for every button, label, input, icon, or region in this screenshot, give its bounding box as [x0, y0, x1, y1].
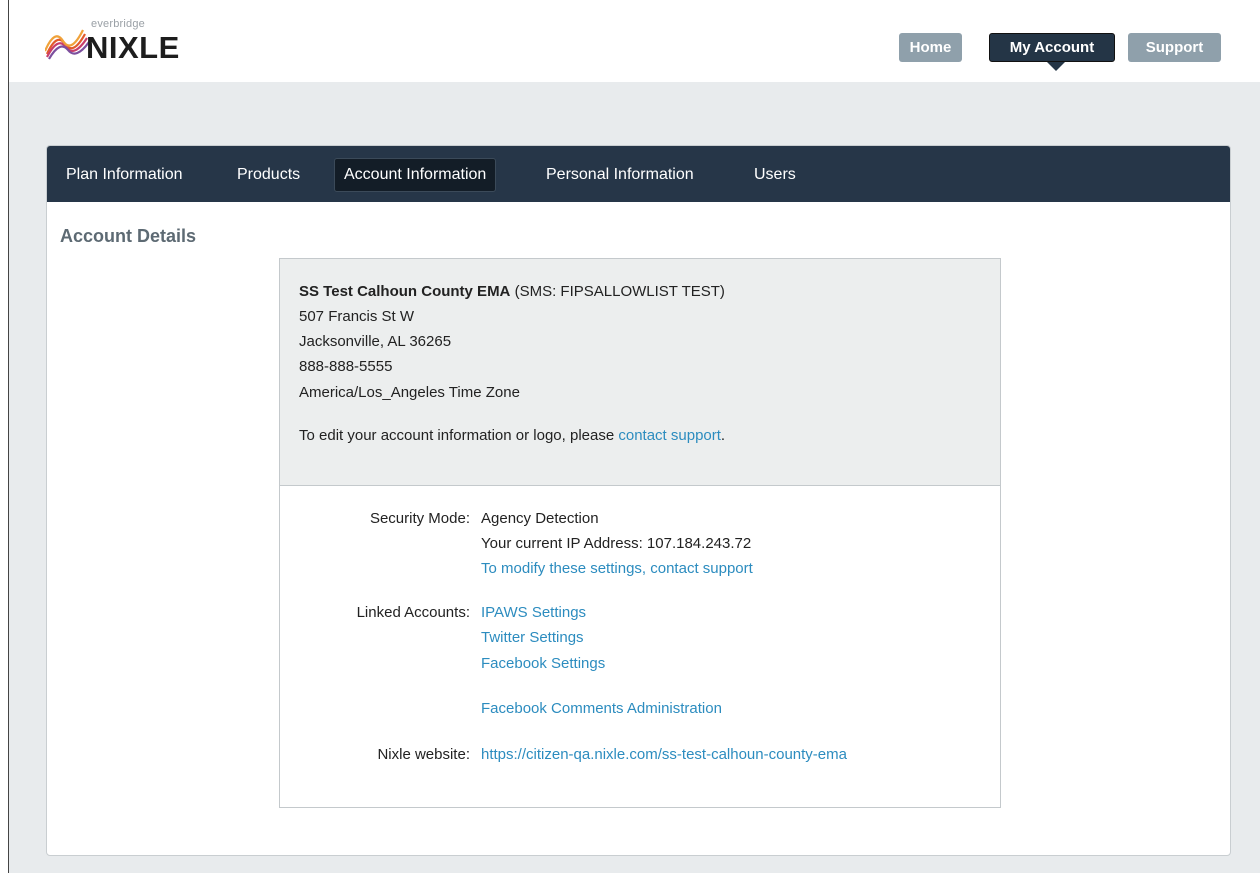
- ipaws-settings-link[interactable]: IPAWS Settings: [481, 604, 586, 621]
- left-border: [8, 0, 9, 873]
- tab-personal-information[interactable]: Personal Information: [546, 159, 694, 191]
- tab-bar: Plan Information Products Account Inform…: [47, 146, 1230, 202]
- account-details-box: SS Test Calhoun County EMA (SMS: FIPSALL…: [279, 258, 1001, 808]
- section-title: Account Details: [60, 226, 197, 246]
- nixle-logo[interactable]: everbridge NIXLE: [45, 18, 215, 68]
- logo-title: NIXLE: [86, 30, 180, 65]
- tab-products[interactable]: Products: [237, 159, 300, 191]
- facebook-comments-link[interactable]: Facebook Comments Administration: [481, 700, 722, 717]
- edit-note: To edit your account information or logo…: [299, 427, 725, 444]
- contact-support-link[interactable]: contact support: [618, 427, 721, 444]
- linked-accounts-label: Linked Accounts:: [356, 604, 470, 621]
- nav-my-account-button[interactable]: My Account: [989, 33, 1115, 62]
- facebook-settings-link[interactable]: Facebook Settings: [481, 655, 605, 672]
- modify-settings-link[interactable]: To modify these settings, contact suppor…: [481, 560, 753, 577]
- edit-note-text: To edit your account information or logo…: [299, 427, 615, 444]
- address-line-2: Jacksonville, AL 36265: [299, 333, 452, 350]
- tab-account-information[interactable]: Account Information: [334, 158, 497, 192]
- nav-support-button[interactable]: Support: [1128, 33, 1221, 62]
- account-panel: Plan Information Products Account Inform…: [46, 145, 1231, 856]
- phone: 888-888-5555: [299, 358, 393, 375]
- account-name-line: SS Test Calhoun County EMA (SMS: FIPSALL…: [299, 283, 725, 300]
- nixle-website-label: Nixle website:: [377, 746, 470, 763]
- security-mode-value: Agency Detection: [481, 510, 599, 527]
- timezone: America/Los_Angeles Time Zone: [299, 384, 520, 401]
- ip-address: Your current IP Address: 107.184.243.72: [481, 535, 752, 552]
- logo-subtitle: everbridge: [91, 18, 145, 30]
- nav-home-button[interactable]: Home: [899, 33, 962, 62]
- security-mode-label: Security Mode:: [369, 510, 470, 527]
- account-name: SS Test Calhoun County EMA: [299, 283, 511, 300]
- edit-note-suffix: .: [720, 427, 726, 444]
- address-line-1: 507 Francis St W: [299, 308, 415, 325]
- active-nav-caret: [1047, 62, 1065, 71]
- nixle-website-link[interactable]: https://citizen-qa.nixle.com/ss-test-cal…: [481, 746, 847, 763]
- tab-users[interactable]: Users: [754, 159, 796, 191]
- sms-note: (SMS: FIPSALLOWLIST TEST): [514, 283, 725, 300]
- nixle-logo-icon: [45, 29, 89, 60]
- tab-plan-information[interactable]: Plan Information: [66, 159, 183, 191]
- twitter-settings-link[interactable]: Twitter Settings: [481, 629, 584, 646]
- account-summary: SS Test Calhoun County EMA (SMS: FIPSALL…: [280, 259, 1000, 486]
